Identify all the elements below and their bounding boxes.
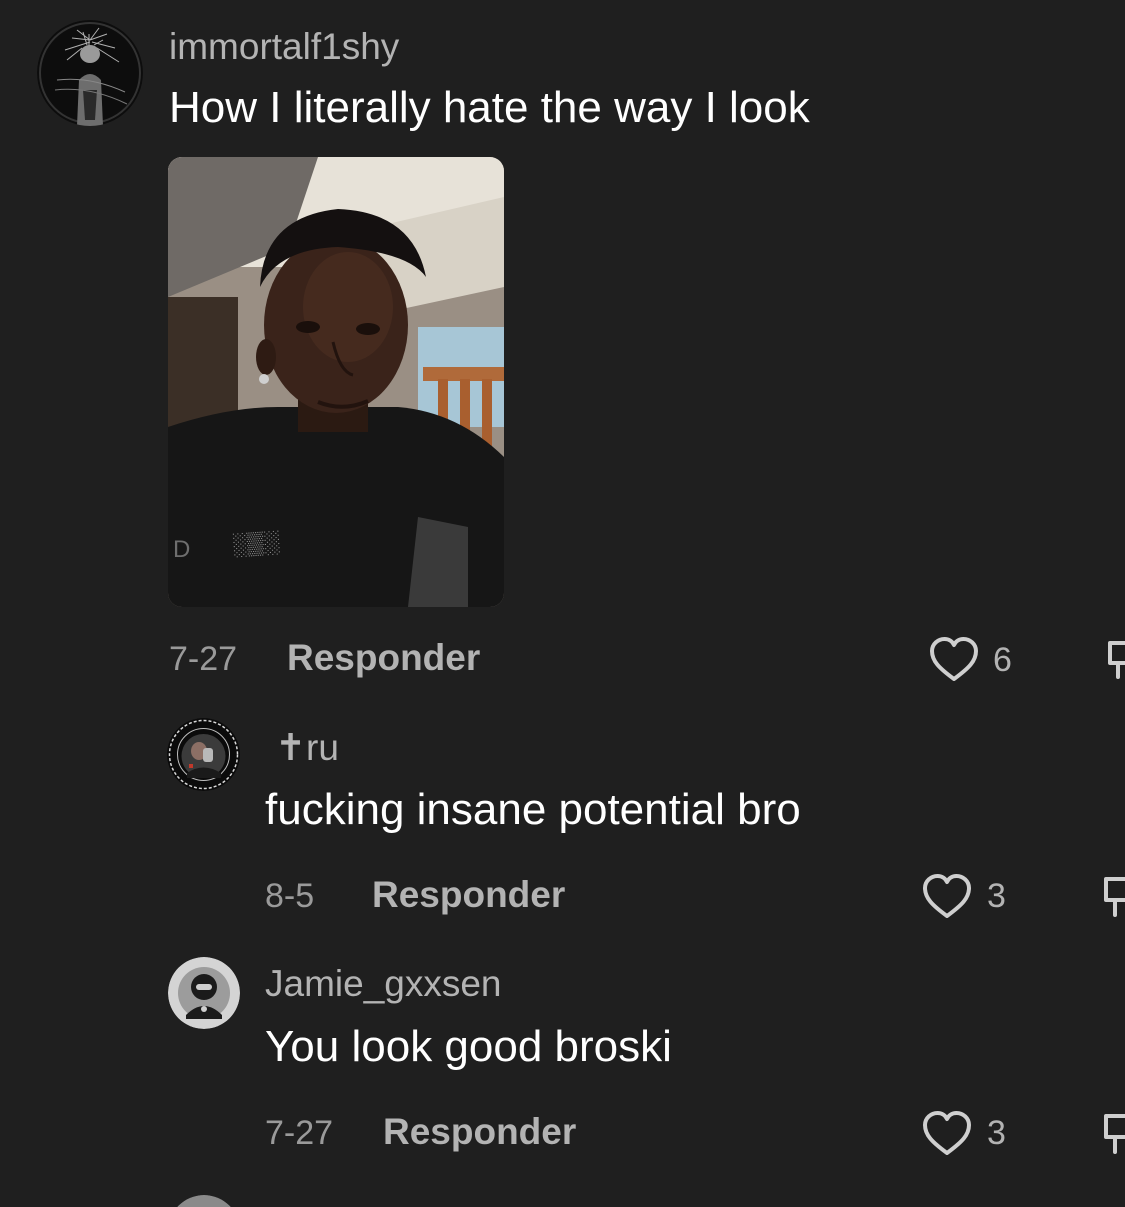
heart-icon	[923, 1111, 971, 1155]
dislike-button[interactable]	[1106, 639, 1125, 681]
like-count: 3	[987, 1114, 1006, 1152]
comment-username[interactable]: Jamie_gxxsen	[265, 964, 502, 1004]
comment-text: How I literally hate the way I look	[169, 83, 810, 132]
heart-icon	[923, 874, 971, 918]
comment-text: You look good broski	[265, 1022, 672, 1071]
like-count: 6	[993, 641, 1012, 679]
svg-text:░▒░: ░▒░	[232, 529, 281, 558]
selfie-image: ░▒░ D	[168, 157, 504, 607]
dislike-icon	[1108, 641, 1125, 679]
avatar-image	[37, 20, 143, 126]
reply-button[interactable]: Responder	[383, 1112, 576, 1152]
avatar-image	[167, 718, 240, 791]
reply-button[interactable]: Responder	[372, 875, 565, 915]
avatar-image	[168, 957, 240, 1029]
comment-username[interactable]: ✝ru	[275, 728, 339, 768]
avatar[interactable]	[168, 957, 240, 1029]
dislike-icon	[1104, 1114, 1125, 1154]
comment-date: 8-5	[265, 877, 315, 915]
avatar[interactable]	[168, 1195, 240, 1207]
comment-date: 7-27	[265, 1114, 334, 1152]
heart-icon	[930, 637, 978, 681]
like-button[interactable]	[922, 1111, 972, 1157]
comments-screen: immortalf1shy How I literally hate the w…	[0, 0, 1125, 1207]
dislike-button[interactable]	[1102, 875, 1125, 919]
like-count: 3	[987, 877, 1006, 915]
comment-date: 7-27	[169, 640, 238, 678]
dislike-icon	[1104, 877, 1125, 917]
dislike-button[interactable]	[1102, 1112, 1125, 1156]
like-button[interactable]	[929, 637, 979, 683]
comment-text: fucking insane potential bro	[265, 785, 801, 834]
attached-selfie-photo[interactable]: ░▒░ D	[168, 157, 504, 607]
svg-text:D: D	[173, 536, 190, 563]
comment-username[interactable]: immortalf1shy	[169, 27, 399, 67]
avatar[interactable]	[167, 718, 240, 791]
reply-button[interactable]: Responder	[287, 638, 480, 678]
avatar-image	[177, 1195, 231, 1207]
like-button[interactable]	[922, 874, 972, 920]
avatar[interactable]	[37, 20, 143, 126]
